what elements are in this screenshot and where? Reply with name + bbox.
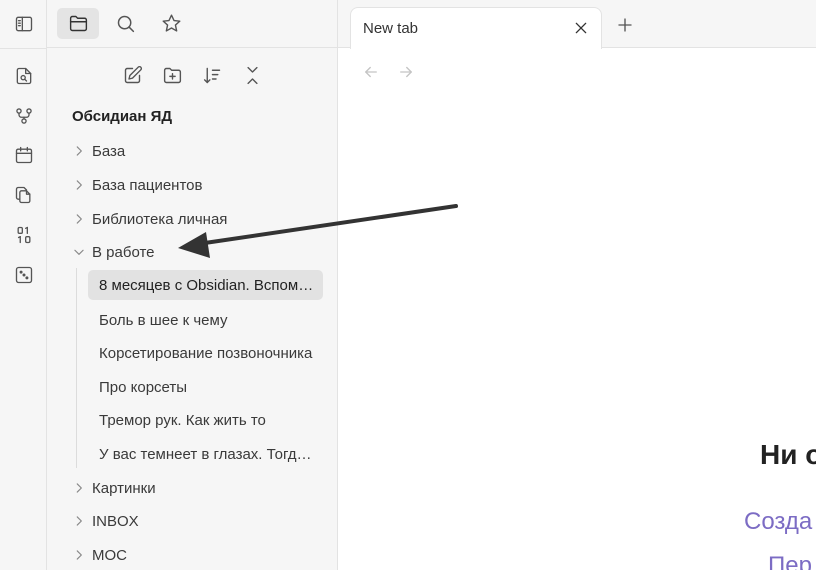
ribbon-file-search-button[interactable] <box>7 60 41 92</box>
collapse-all-button[interactable] <box>237 60 267 90</box>
file-label: Корсетирование позвоночника <box>99 344 313 362</box>
new-note-icon <box>124 65 142 83</box>
chevron-down-icon <box>71 244 87 260</box>
file-explorer-sidebar: Обсидиан ЯД База База пациентов Библиоте… <box>47 0 338 570</box>
folder-label: MOC <box>92 546 127 564</box>
folder-item[interactable]: База пациентов <box>71 170 321 200</box>
new-tab-button[interactable] <box>612 12 638 38</box>
file-label: 8 месяцев с Obsidian. Вспомогательные ин… <box>99 276 319 294</box>
chevron-right-icon <box>71 547 87 563</box>
file-explorer-actions <box>47 58 338 92</box>
folder-item[interactable]: Картинки <box>71 473 321 503</box>
tab-new-tab[interactable]: New tab <box>350 7 602 49</box>
plus-icon <box>618 18 632 32</box>
file-item[interactable]: Про корсеты <box>88 372 323 402</box>
copy-files-icon <box>15 186 31 204</box>
file-label: У вас темнеет в глазах. Тогда вам сюда <box>99 445 319 463</box>
file-item[interactable]: У вас темнеет в глазах. Тогда вам сюда <box>88 439 323 469</box>
folder-item[interactable]: INBOX <box>71 506 321 536</box>
chevron-right-icon <box>71 480 87 496</box>
close-icon <box>575 22 587 34</box>
ribbon-binary-button[interactable] <box>7 219 41 251</box>
new-folder-button[interactable] <box>157 60 187 90</box>
tab-title: New tab <box>363 20 419 37</box>
arrow-right-icon <box>400 66 412 78</box>
back-button[interactable] <box>359 60 383 84</box>
new-note-button[interactable] <box>117 60 147 90</box>
graph-icon <box>16 108 32 124</box>
ribbon-divider <box>0 48 47 49</box>
vault-name[interactable]: Обсидиан ЯД <box>72 108 172 125</box>
create-note-link[interactable]: Созда <box>744 508 812 536</box>
tab-file-explorer[interactable] <box>57 8 99 39</box>
tab-bookmarks[interactable] <box>150 8 192 39</box>
ribbon-random-button[interactable] <box>7 259 41 291</box>
chevron-right-icon <box>71 177 87 193</box>
folder-label: Картинки <box>92 479 156 497</box>
collapse-all-icon <box>246 66 258 84</box>
tab-bar: New tab <box>338 0 816 49</box>
dice-icon <box>15 266 33 284</box>
ribbon-copy-button[interactable] <box>7 179 41 211</box>
folder-label: Библиотека личная <box>92 210 228 228</box>
close-tab-button[interactable] <box>571 18 591 38</box>
file-item-active[interactable]: 8 месяцев с Obsidian. Вспомогательные ин… <box>88 270 323 300</box>
file-item[interactable]: Тремор рук. Как жить то <box>88 405 323 435</box>
new-folder-icon <box>163 67 181 83</box>
tab-search[interactable] <box>104 8 146 39</box>
folder-item-open[interactable]: В работе <box>71 237 321 267</box>
folder-item[interactable]: Библиотека личная <box>71 204 321 234</box>
file-item[interactable]: Боль в шее к чему <box>88 305 323 335</box>
chevron-right-icon <box>71 211 87 227</box>
sidebar-tab-header <box>47 0 338 48</box>
ribbon-graph-button[interactable] <box>7 100 41 132</box>
folder-label: База <box>92 142 126 160</box>
binary-icon <box>17 226 31 244</box>
sort-icon <box>203 67 220 83</box>
file-label: Тремор рук. Как жить то <box>99 411 266 429</box>
folder-label: База пациентов <box>92 176 203 194</box>
folder-item[interactable]: База <box>71 136 321 166</box>
go-to-file-link[interactable]: Пер <box>768 552 812 570</box>
folder-label: INBOX <box>92 512 139 530</box>
sidebar-toggle-button[interactable] <box>7 8 41 40</box>
sidebar-toggle-icon <box>15 16 33 32</box>
indent-guide <box>76 268 77 468</box>
folder-icon <box>69 15 87 32</box>
calendar-icon <box>15 146 33 164</box>
main-content: Ни о Созда Пер <box>338 49 816 570</box>
file-item[interactable]: Корсетирование позвоночника <box>88 338 323 368</box>
chevron-right-icon <box>71 143 87 159</box>
arrow-left-icon <box>365 66 377 78</box>
folder-item[interactable]: MOC <box>71 540 321 570</box>
ribbon-calendar-button[interactable] <box>7 139 41 171</box>
ribbon <box>0 0 47 570</box>
search-icon <box>117 15 134 33</box>
empty-state-title: Ни о <box>760 439 816 470</box>
file-search-icon <box>16 67 32 85</box>
file-label: Боль в шее к чему <box>99 311 228 329</box>
folder-label: В работе <box>92 243 155 261</box>
forward-button[interactable] <box>394 60 418 84</box>
star-icon <box>161 14 181 32</box>
sort-button[interactable] <box>197 60 227 90</box>
file-label: Про корсеты <box>99 378 188 396</box>
chevron-right-icon <box>71 513 87 529</box>
